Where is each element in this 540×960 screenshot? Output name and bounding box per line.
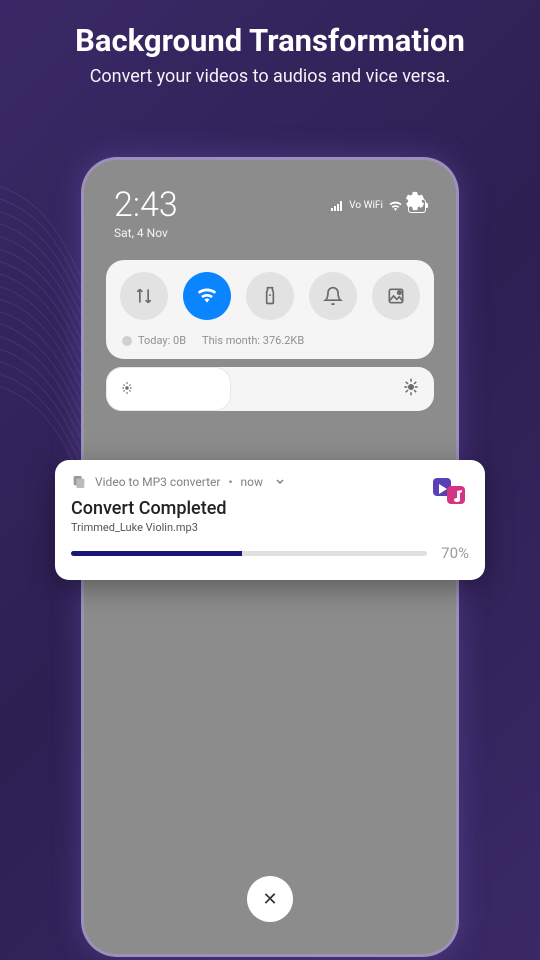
promo-header: Background Transformation Convert your v… — [0, 0, 540, 89]
data-today: Today: 0B — [138, 334, 186, 347]
qs-dnd-toggle[interactable] — [309, 272, 357, 320]
close-button[interactable]: ✕ — [247, 876, 293, 922]
status-icons: Vo WiFi 64 — [331, 196, 426, 215]
brightness-low-icon — [120, 380, 134, 399]
data-month: This month: 376.2KB — [202, 334, 304, 347]
clock: 2:43 — [114, 188, 178, 222]
chevron-down-icon[interactable] — [275, 475, 285, 489]
brightness-slider[interactable] — [106, 367, 434, 411]
status-bar: 2:43 Sat, 4 Nov Vo WiFi 64 — [96, 172, 444, 244]
close-icon: ✕ — [262, 889, 277, 910]
progress-row: 70% — [71, 544, 469, 562]
qs-flashlight-toggle[interactable] — [246, 272, 294, 320]
notification-header: Video to MP3 converter • now — [71, 474, 469, 490]
progress-fill — [71, 551, 242, 556]
qs-wifi-toggle[interactable] — [183, 272, 231, 320]
promo-title: Background Transformation — [20, 22, 520, 59]
quick-settings-panel: Today: 0B This month: 376.2KB — [106, 260, 434, 359]
data-usage: Today: 0B This month: 376.2KB — [116, 334, 424, 347]
notification-time: now — [241, 475, 264, 489]
data-usage-dot-icon — [122, 336, 132, 346]
notification-filename: Trimmed_Luke Violin.mp3 — [71, 521, 469, 534]
notification-title: Convert Completed — [71, 498, 469, 519]
promo-subtitle: Convert your videos to audios and vice v… — [20, 65, 520, 89]
app-logo-icon — [433, 474, 467, 508]
wifi-icon — [389, 196, 402, 215]
battery-icon: 64 — [408, 199, 426, 213]
qs-data-toggle[interactable] — [120, 272, 168, 320]
progress-bar — [71, 551, 427, 556]
copy-icon — [71, 474, 87, 490]
notification-app-name: Video to MP3 converter — [95, 475, 220, 489]
brightness-high-icon — [402, 378, 420, 400]
notification-card[interactable]: Video to MP3 converter • now Convert Com… — [55, 460, 485, 580]
progress-percent: 70% — [441, 544, 469, 562]
qs-screenshot-toggle[interactable] — [372, 272, 420, 320]
date: Sat, 4 Nov — [114, 226, 178, 240]
network-label: Vo WiFi — [349, 200, 383, 211]
signal-icon — [331, 201, 343, 211]
bullet: • — [228, 475, 232, 489]
